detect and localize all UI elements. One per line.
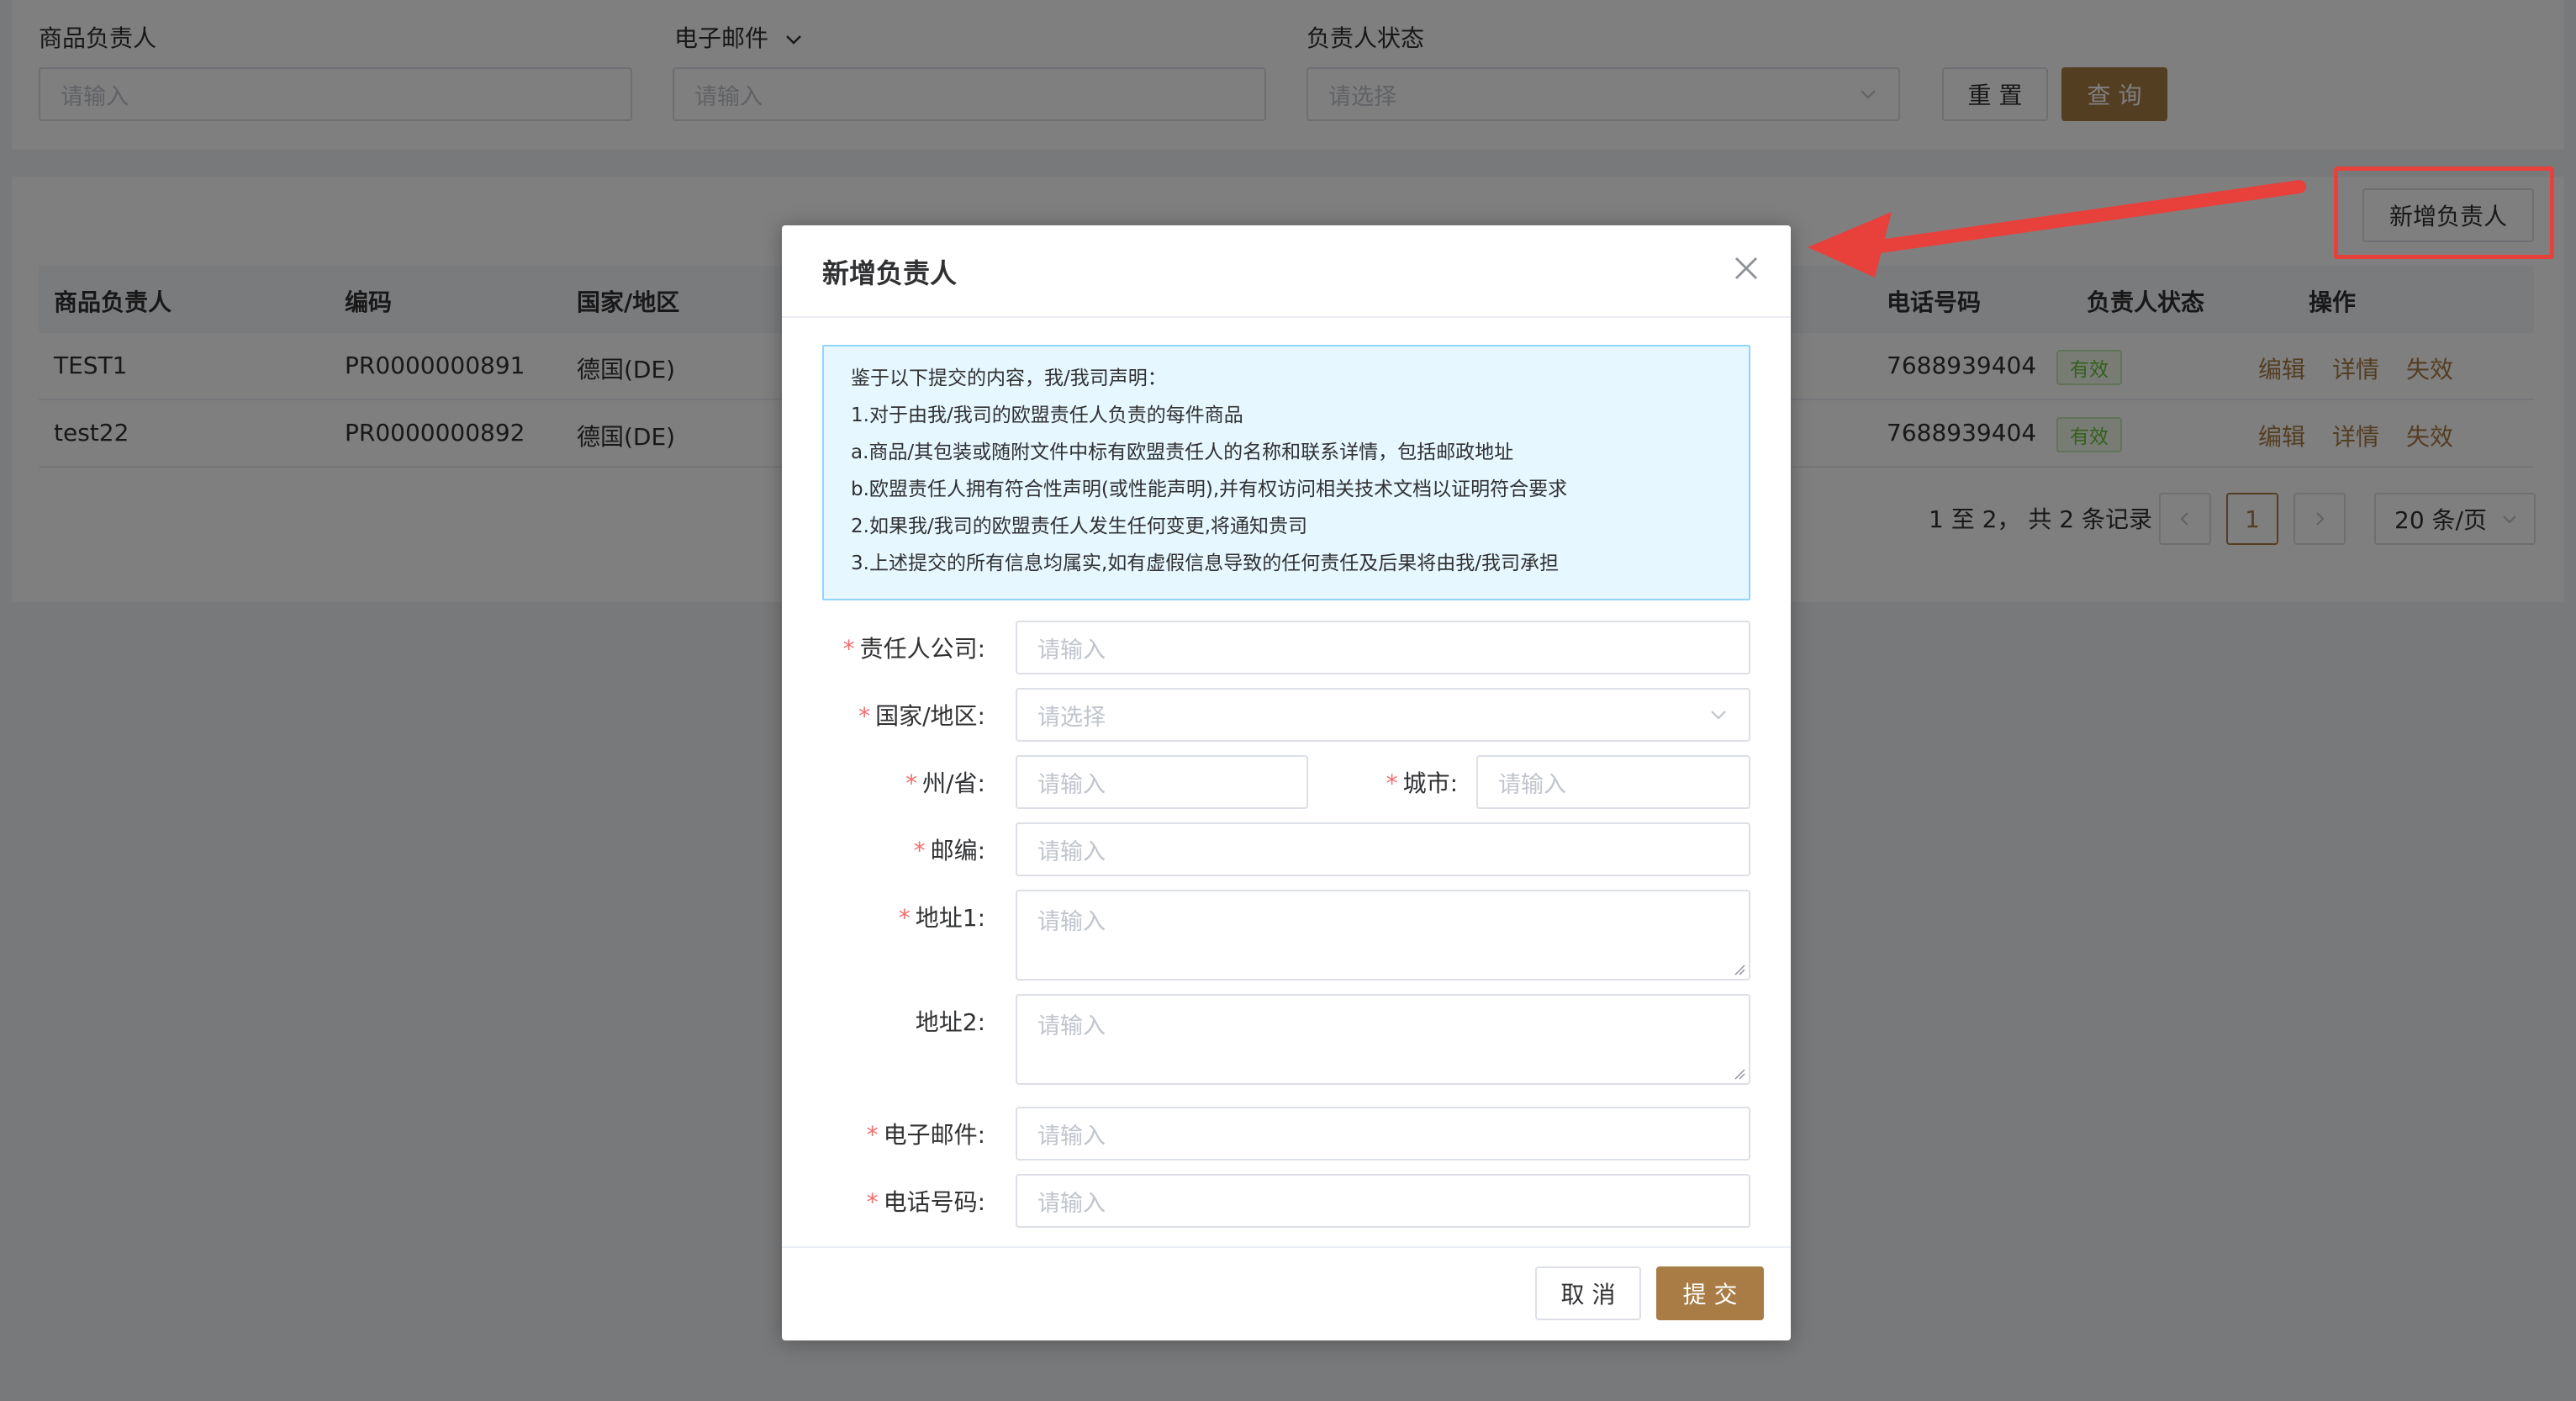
company-input[interactable]: 请输入 (1016, 621, 1750, 674)
required-asterisk: * (842, 635, 855, 663)
notice-line: 3.上述提交的所有信息均属实,如有虚假信息导致的任何责任及后果将由我/我司承担 (851, 552, 1560, 574)
declaration-notice: 鉴于以下提交的内容，我/我司声明： 1.对于由我/我司的欧盟责任人负责的每件商品… (822, 345, 1750, 600)
zip-input[interactable]: 请输入 (1016, 822, 1750, 876)
dialog-title: 新增负责人 (822, 257, 958, 289)
annotation-highlight-box (2334, 167, 2554, 259)
cancel-button[interactable]: 取 消 (1535, 1266, 1641, 1320)
notice-line: 2.如果我/我司的欧盟责任人发生任何变更,将通知贵司 (851, 515, 1308, 537)
notice-line: b.欧盟责任人拥有符合性声明(或性能声明),并有权访问相关技术文档以证明符合要求 (851, 478, 1568, 500)
required-asterisk: * (1386, 769, 1398, 797)
dialog-header-divider (782, 316, 1791, 318)
phone-input[interactable]: 请输入 (1016, 1174, 1750, 1228)
resize-handle-icon[interactable] (1734, 964, 1745, 975)
address2-textarea[interactable]: 请输入 (1016, 994, 1750, 1085)
required-asterisk: * (898, 904, 911, 932)
chevron-down-icon (1711, 711, 1726, 720)
address2-label: 地址2: (915, 1008, 985, 1036)
city-label: * 城市: (1386, 769, 1458, 797)
submit-button[interactable]: 提 交 (1656, 1266, 1764, 1320)
address1-textarea[interactable]: 请输入 (1016, 890, 1750, 981)
email-label: * 电子邮件: (866, 1121, 985, 1149)
state-input[interactable]: 请输入 (1016, 755, 1308, 809)
city-input[interactable]: 请输入 (1476, 755, 1750, 809)
required-asterisk: * (858, 702, 871, 730)
company-label: * 责任人公司: (842, 635, 985, 663)
country-label: * 国家/地区: (858, 702, 985, 730)
required-asterisk: * (866, 1188, 879, 1216)
country-select[interactable]: 请选择 (1016, 688, 1750, 742)
add-owner-dialog: 新增负责人 鉴于以下提交的内容，我/我司声明： 1.对于由我/我司的欧盟责任人负… (782, 225, 1791, 1340)
required-asterisk: * (905, 769, 918, 797)
close-icon[interactable] (1732, 254, 1760, 283)
zip-label: * 邮编: (913, 837, 985, 864)
notice-line: 鉴于以下提交的内容，我/我司声明： (851, 367, 1167, 389)
email-input[interactable]: 请输入 (1016, 1107, 1750, 1160)
required-asterisk: * (913, 837, 926, 864)
address1-label: * 地址1: (898, 904, 985, 932)
required-asterisk: * (866, 1121, 879, 1149)
state-label: * 州/省: (905, 769, 985, 797)
notice-line: a.商品/其包装或随附文件中标有欧盟责任人的名称和联系详情，包括邮政地址 (851, 441, 1514, 463)
resize-handle-icon[interactable] (1734, 1068, 1745, 1080)
phone-label: * 电话号码: (866, 1188, 985, 1216)
dialog-footer-divider (782, 1246, 1791, 1248)
notice-line: 1.对于由我/我司的欧盟责任人负责的每件商品 (851, 404, 1243, 426)
